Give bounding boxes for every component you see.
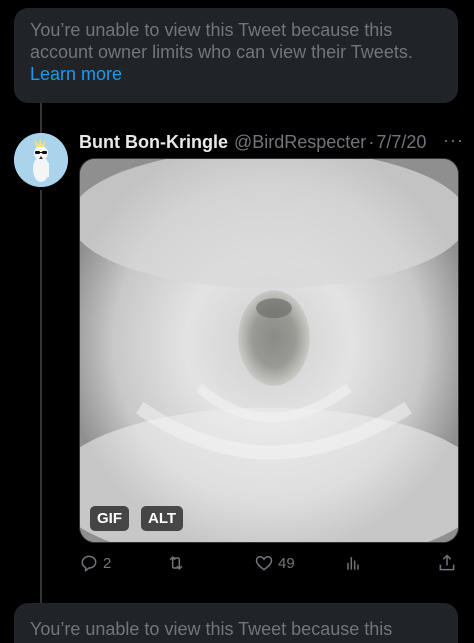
cockatoo-avatar-icon — [14, 133, 68, 187]
alt-text-badge[interactable]: ALT — [141, 506, 184, 531]
reply-icon — [81, 555, 97, 572]
heart-icon — [255, 555, 273, 571]
next-restricted-notice: You’re unable to view this Tweet because… — [14, 603, 458, 643]
more-options-icon[interactable]: ··· — [443, 130, 464, 151]
author-handle[interactable]: @BirdRespecter — [234, 132, 366, 153]
reply-count: 2 — [103, 554, 112, 572]
learn-more-link[interactable]: Learn more — [30, 63, 442, 85]
like-count: 49 — [278, 554, 295, 572]
tweet-header: Bunt Bon-Kringle @BirdRespecter · 7/7/20… — [79, 130, 464, 154]
views-icon — [347, 557, 359, 570]
retweet-button[interactable] — [166, 553, 186, 573]
next-notice-text: You’re unable to view this Tweet because… — [30, 619, 393, 639]
tweet-date[interactable]: 7/7/20 — [376, 132, 426, 153]
restricted-notice-text: You’re unable to view this Tweet because… — [30, 20, 413, 62]
like-button[interactable]: 49 — [254, 553, 295, 573]
thread-connector-line-lower — [40, 190, 42, 627]
avatar[interactable] — [14, 133, 68, 187]
tweet-actions: 2 49 — [79, 553, 463, 577]
author-name[interactable]: Bunt Bon-Kringle — [79, 132, 228, 153]
toilet-bowl-image — [80, 159, 458, 542]
restricted-tweet-notice: You’re unable to view this Tweet because… — [14, 8, 458, 103]
share-icon — [439, 554, 455, 571]
thread-connector-line — [40, 103, 42, 135]
gif-badge: GIF — [90, 506, 129, 531]
reply-button[interactable]: 2 — [79, 553, 111, 573]
share-button[interactable] — [437, 553, 457, 573]
header-separator: · — [368, 131, 375, 152]
views-button[interactable] — [343, 553, 363, 573]
retweet-icon — [169, 556, 183, 570]
gif-media[interactable]: GIF ALT — [79, 158, 459, 543]
